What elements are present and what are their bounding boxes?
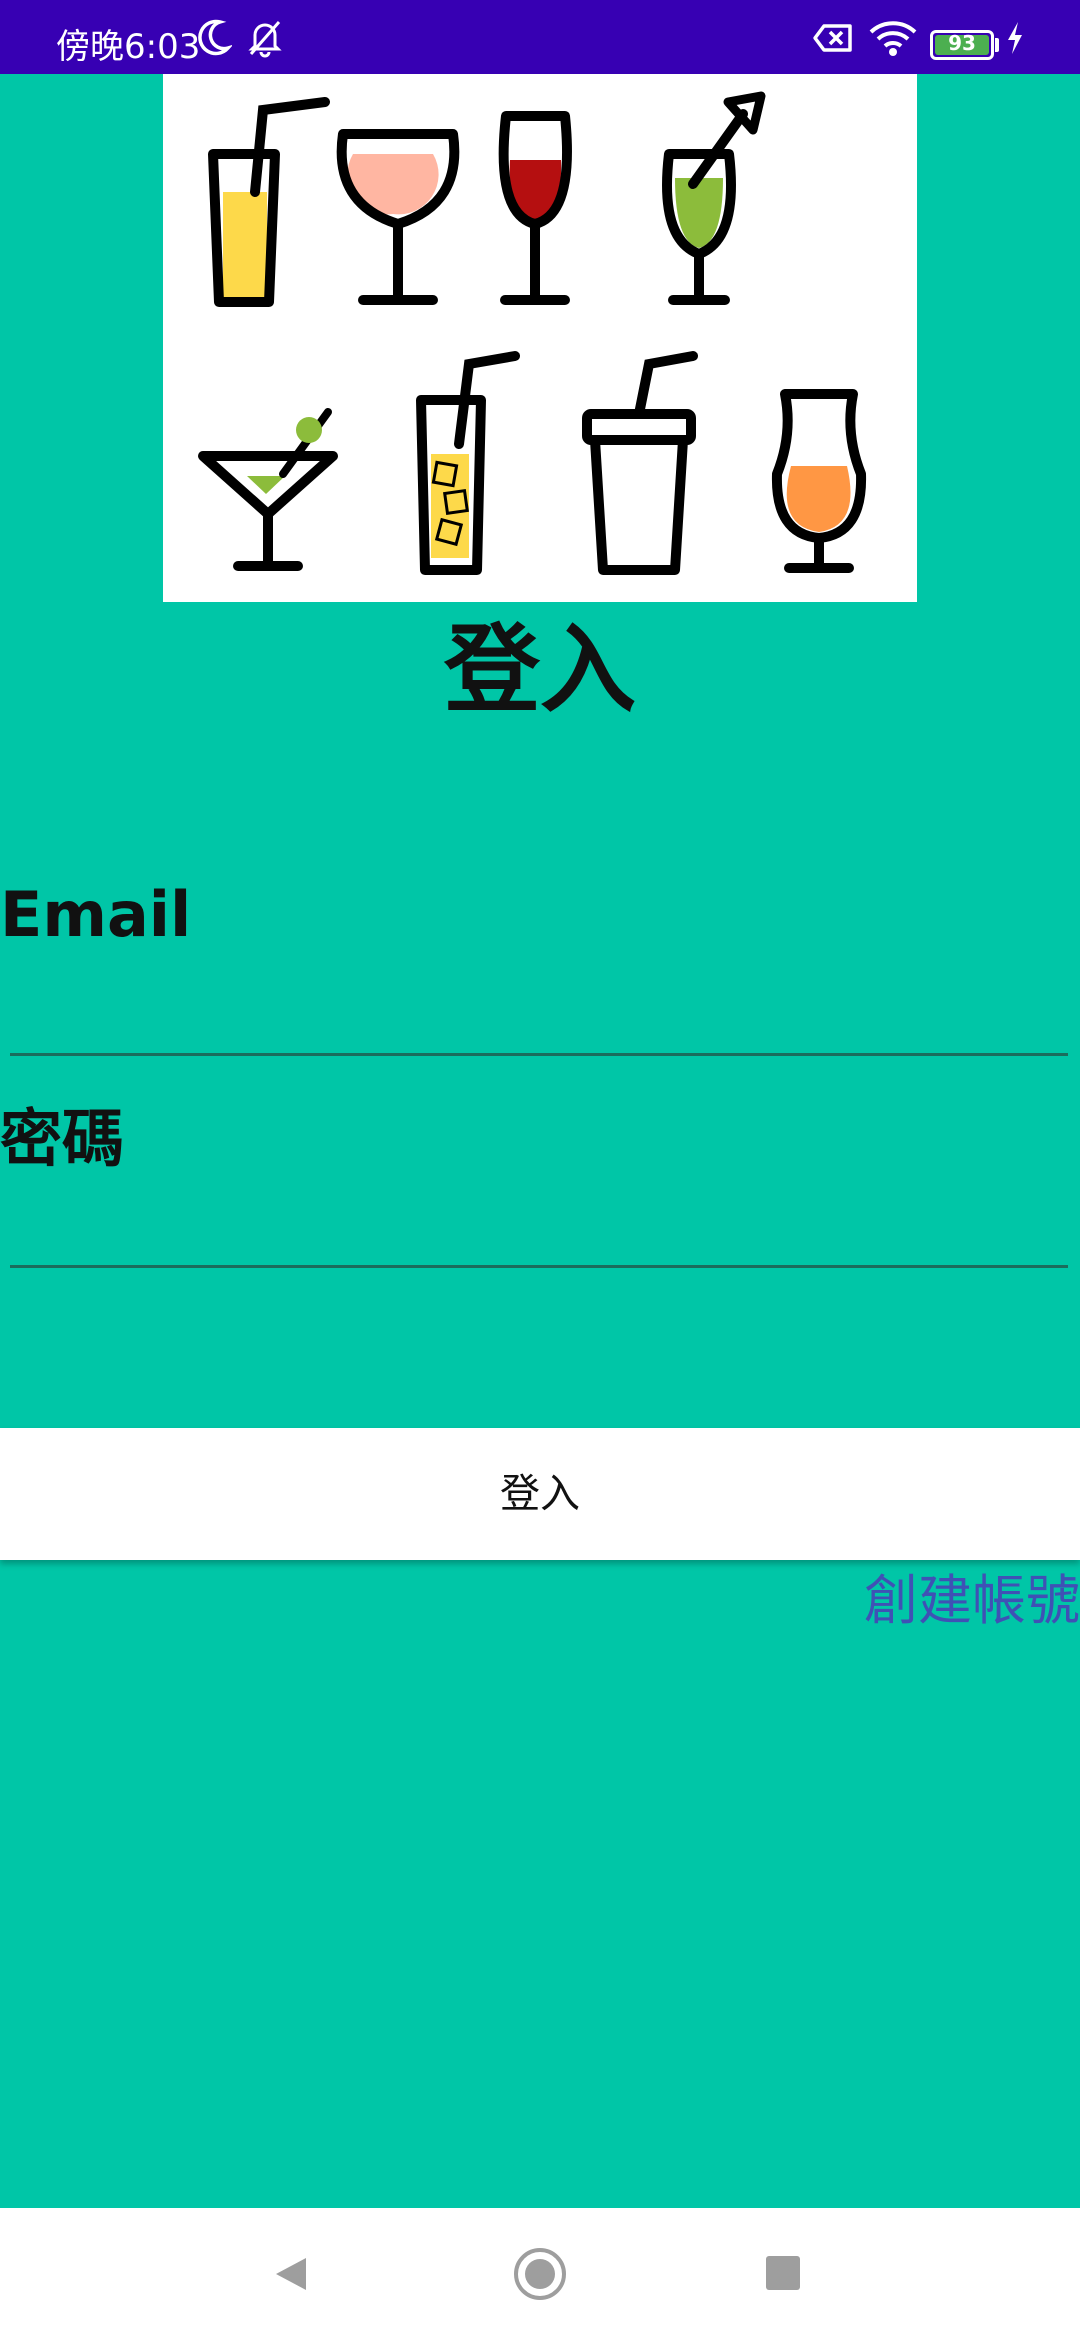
battery-level: 93 [948,31,976,55]
iced-drink-icon [416,351,520,575]
moon-icon [196,18,234,62]
navigation-bar [0,2208,1080,2340]
status-bar: 傍晚6:03 93 [0,0,1080,74]
page-title: 登入 [444,614,636,726]
wifi-icon [868,18,918,62]
cup-with-straw-icon [582,351,698,575]
cocktail-umbrella-icon [662,91,766,305]
password-label: 密碼 [0,1102,125,1175]
email-label: Email [0,878,192,951]
home-icon[interactable] [514,2248,566,2300]
drinks-banner-image [163,74,917,602]
back-icon[interactable] [272,2254,312,2298]
bell-off-icon [246,18,284,62]
home-icon-inner [525,2259,555,2289]
juice-glass-icon [208,97,330,307]
sim-blocked-icon [812,18,856,62]
wine-glass-icon [336,129,460,305]
email-field[interactable] [10,986,1068,1056]
create-account-link[interactable]: 創建帳號 [864,1566,1080,1636]
password-field[interactable] [10,1198,1068,1268]
red-wine-glass-icon [498,111,572,305]
martini-glass-icon [198,408,338,571]
charging-icon [1004,18,1026,62]
battery-icon: 93 [930,30,994,60]
login-button[interactable]: 登入 [0,1428,1080,1560]
battery-tip [995,38,999,52]
status-time: 傍晚6:03 [56,27,201,67]
recents-icon[interactable] [766,2256,800,2290]
beer-glass-icon [771,389,867,573]
